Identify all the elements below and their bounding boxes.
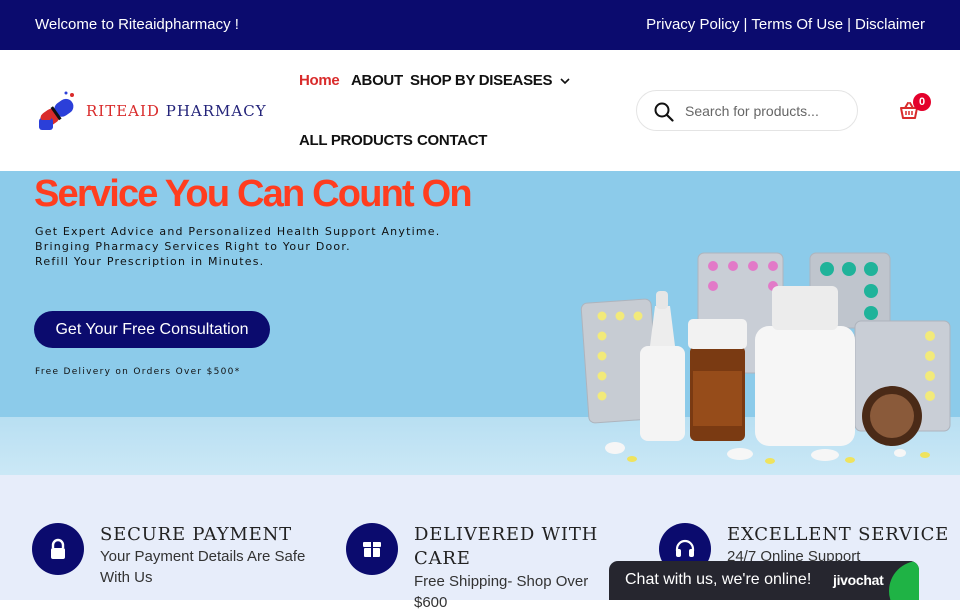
nav-all-products[interactable]: ALL PRODUCTS (299, 132, 413, 149)
search-input[interactable] (685, 100, 845, 122)
feature-title: SECURE PAYMENT (100, 524, 292, 545)
top-links: Privacy Policy | Terms Of Use | Disclaimer (646, 16, 925, 33)
welcome-text: Welcome to Riteaidpharmacy ! (35, 16, 239, 33)
search-icon[interactable] (654, 102, 674, 122)
product-search (636, 90, 858, 131)
feature-title: DELIVERED WITH CARE (414, 524, 599, 569)
free-consultation-button[interactable]: Get Your Free Consultation (34, 311, 270, 348)
nav-contact[interactable]: CONTACT (417, 132, 487, 149)
feature-title: EXCELLENT SERVICE (727, 524, 950, 545)
disclaimer-link[interactable]: Disclaimer (855, 16, 925, 33)
jivochat-logo: jivochat (833, 572, 884, 588)
logo-text-riteaid: RITEAID (86, 102, 160, 120)
nav-shop-by-diseases[interactable]: SHOP BY DISEASES (410, 72, 570, 89)
feature-description: Free Shipping- Shop Over $600 (414, 573, 589, 611)
chevron-down-icon (560, 77, 570, 84)
medicine-products-image (580, 252, 951, 464)
hero-line: Get Expert Advice and Personalized Healt… (35, 225, 441, 238)
link-separator: | (847, 16, 851, 33)
nav-shop-label: SHOP BY DISEASES (410, 72, 553, 89)
link-separator: | (743, 16, 748, 33)
logo-text: RITEAID PHARMACY (86, 102, 267, 120)
hero-banner: Service You Can Count On Get Expert Advi… (0, 171, 960, 475)
hero-line: Bringing Pharmacy Services Right to Your… (35, 240, 351, 253)
hero-title: Service You Can Count On (34, 173, 473, 215)
free-delivery-note: Free Delivery on Orders Over $500* (35, 367, 241, 377)
cart-count-badge: 0 (913, 93, 931, 111)
feature-description: Your Payment Details Are Safe With Us (100, 548, 306, 586)
cart-button[interactable]: 0 (899, 93, 933, 126)
lock-icon (32, 523, 84, 575)
nav-home[interactable]: Home (299, 72, 340, 89)
live-chat-widget[interactable]: Chat with us, we're online! jivochat (609, 561, 919, 600)
site-logo[interactable]: RITEAID PHARMACY (36, 90, 266, 134)
terms-of-use-link[interactable]: Terms Of Use (751, 16, 843, 33)
logo-text-pharmacy: PHARMACY (159, 102, 267, 120)
chat-message: Chat with us, we're online! (625, 571, 812, 588)
chat-status-indicator (889, 561, 919, 600)
capsule-logo-icon (39, 91, 74, 130)
hero-line: Refill Your Prescription in Minutes. (35, 255, 265, 268)
site-header: RITEAID PHARMACY Home ABOUT SHOP BY DISE… (0, 50, 960, 171)
privacy-policy-link[interactable]: Privacy Policy (646, 16, 739, 33)
hero-subtitle: Get Expert Advice and Personalized Healt… (35, 224, 440, 269)
nav-about[interactable]: ABOUT (351, 72, 403, 89)
top-bar: Welcome to Riteaidpharmacy ! Privacy Pol… (0, 0, 960, 50)
box-icon (346, 523, 398, 575)
